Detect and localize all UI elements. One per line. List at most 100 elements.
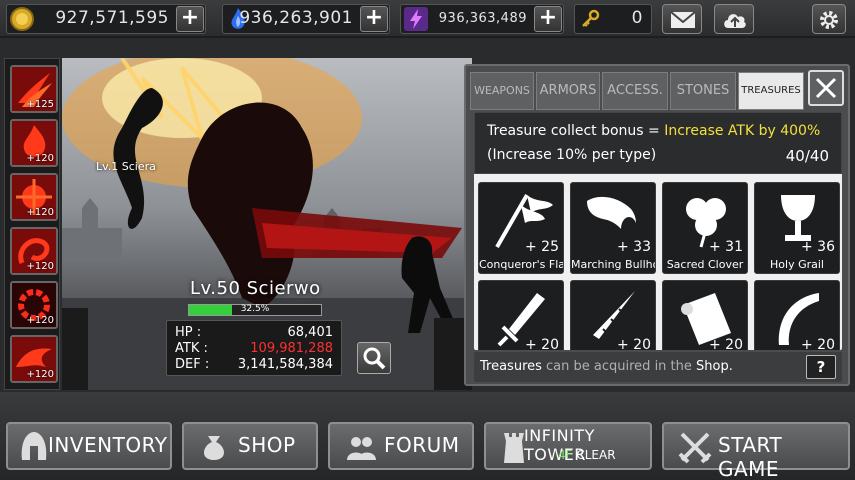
treasure-count: + 31 [709,239,743,255]
tab-accessories[interactable]: ACCESS. [602,72,668,110]
treasure-item[interactable]: + 20 [478,280,564,350]
gold-coin-icon [10,7,34,31]
skill-level: +120 [26,315,54,326]
treasure-content: Treasure collect bonus = Increase ATK by… [474,112,842,350]
cloud-save-button[interactable] [714,4,754,34]
hp-percent: 32.5% [240,304,270,314]
treasure-item[interactable]: + 33 Marching Bullhorn [570,182,656,274]
tab-treasures[interactable]: TREASURES [738,72,804,110]
collected-count: 40/40 [785,147,829,165]
treasure-name: Holy Grail [770,258,824,271]
shop-label: SHOP [238,433,296,457]
key-counter: 0 [574,4,652,34]
collect-bonus-box: Treasure collect bonus = Increase ATK by… [474,112,842,174]
close-icon [815,77,837,99]
footer-word-treasures: Treasures [480,359,542,374]
mail-button[interactable] [662,4,702,34]
magnifier-icon [363,347,386,370]
purple-lightning-icon [404,7,428,31]
gold-counter: 927,571,595 + [6,4,206,34]
treasure-item[interactable]: + 20 [662,280,748,350]
treasure-item[interactable]: + 36 Holy Grail [754,182,840,274]
treasure-item[interactable]: + 31 Sacred Clover [662,182,748,274]
settings-button[interactable] [812,4,846,34]
stat-value: 3,141,584,384 [237,357,333,372]
skill-sidebar: +125 +120 +120 +120 +120 +120 [4,58,60,390]
treasure-count: + 36 [801,239,835,255]
money-bag-icon [204,436,224,460]
skill-level: +120 [26,369,54,380]
gem-value: 936,263,901 [239,8,353,28]
cloud-upload-icon [724,14,746,28]
treasure-name: Sacred Clover [666,258,744,271]
top-bar: 927,571,595 + 936,263,901 + 936,363,489 … [0,0,855,38]
skill-slot-5[interactable]: +120 [10,281,58,329]
gold-value: 927,571,595 [55,8,169,28]
treasure-count: + 20 [525,337,559,350]
tab-armors[interactable]: ARMORS [536,72,600,110]
skill-slot-1[interactable]: +125 [10,65,58,113]
skill-slot-3[interactable]: +120 [10,173,58,221]
panel-tabs: WEAPONS ARMORS ACCESS. STONES TREASURES [468,68,804,112]
gear-icon [820,11,838,29]
bonus-prefix: Treasure collect bonus = [487,123,665,139]
treasure-count: + 20 [617,337,651,350]
gem-counter: 936,263,901 + [222,4,390,34]
close-button[interactable] [808,70,844,106]
start-game-button[interactable]: START GAME [662,422,850,480]
treasure-count: + 25 [525,239,559,255]
key-icon [582,9,600,27]
skill-level: +125 [26,99,54,110]
treasure-count: + 33 [617,239,651,255]
skill-slot-4[interactable]: +120 [10,227,58,275]
skill-level: +120 [26,261,54,272]
inventory-button[interactable]: INVENTORY [6,422,172,470]
start-game-label: START GAME [718,433,783,480]
footer-end: . [728,359,733,374]
skill-slot-6[interactable]: +120 [10,335,58,383]
forum-button[interactable]: FORUM [328,422,474,470]
treasure-item[interactable]: + 20 [754,280,840,350]
stat-label: HP : [175,325,202,340]
mail-icon [670,11,696,28]
add-gem-button[interactable]: + [360,6,388,32]
treasure-item[interactable]: + 25 Conqueror's Flag [478,182,564,274]
treasure-item[interactable]: + 20 [570,280,656,350]
stat-value: 109,981,288 [250,341,333,356]
bonus-value: Increase ATK by 400% [664,123,821,139]
footer-mid: can be acquired in the [541,359,697,374]
tower-status: 4F CLEAR [558,448,616,462]
footer-text: Treasures can be acquired in the Shop. [480,359,733,374]
stat-value: 68,401 [287,325,334,340]
skill-slot-2[interactable]: +120 [10,119,58,167]
tower-floor: 4F [558,448,573,462]
pet-label: Lv.1 Sciera [96,160,156,173]
treasure-name: Marching Bullhorn [571,258,655,271]
bottom-menu: INVENTORY SHOP FORUM INFINITY TOWER 4F C… [0,392,855,480]
shop-button[interactable]: SHOP [182,422,318,470]
energy-counter: 936,363,489 + [400,4,564,34]
helmet-icon [21,432,47,460]
skill-level: +120 [26,207,54,218]
add-energy-button[interactable]: + [534,6,562,32]
help-button[interactable]: ? [806,355,836,379]
tab-weapons[interactable]: WEAPONS [470,72,534,110]
panel-footer: Treasures can be acquired in the Shop. ? [474,352,842,382]
bonus-line: Treasure collect bonus = Increase ATK by… [487,123,820,139]
crossed-swords-icon [678,432,712,464]
stat-label: DEF : [175,357,210,372]
skill-level: +120 [26,153,54,164]
energy-value: 936,363,489 [438,11,527,26]
footer-word-shop: Shop [696,359,729,374]
stat-row-atk: ATK : 109,981,288 [175,341,333,357]
stat-label: ATK : [175,341,208,356]
add-gold-button[interactable]: + [176,6,204,32]
hero-name: Lv.50 Scierwo [190,278,321,299]
bonus-note: (Increase 10% per type) [487,147,657,163]
inspect-button[interactable] [357,342,391,374]
tower-clear: CLEAR [572,448,616,462]
treasure-count: + 20 [801,337,835,350]
tab-stones[interactable]: STONES [670,72,736,110]
infinity-tower-button[interactable]: INFINITY TOWER 4F CLEAR [484,422,652,470]
stat-row-hp: HP : 68,401 [175,325,333,341]
